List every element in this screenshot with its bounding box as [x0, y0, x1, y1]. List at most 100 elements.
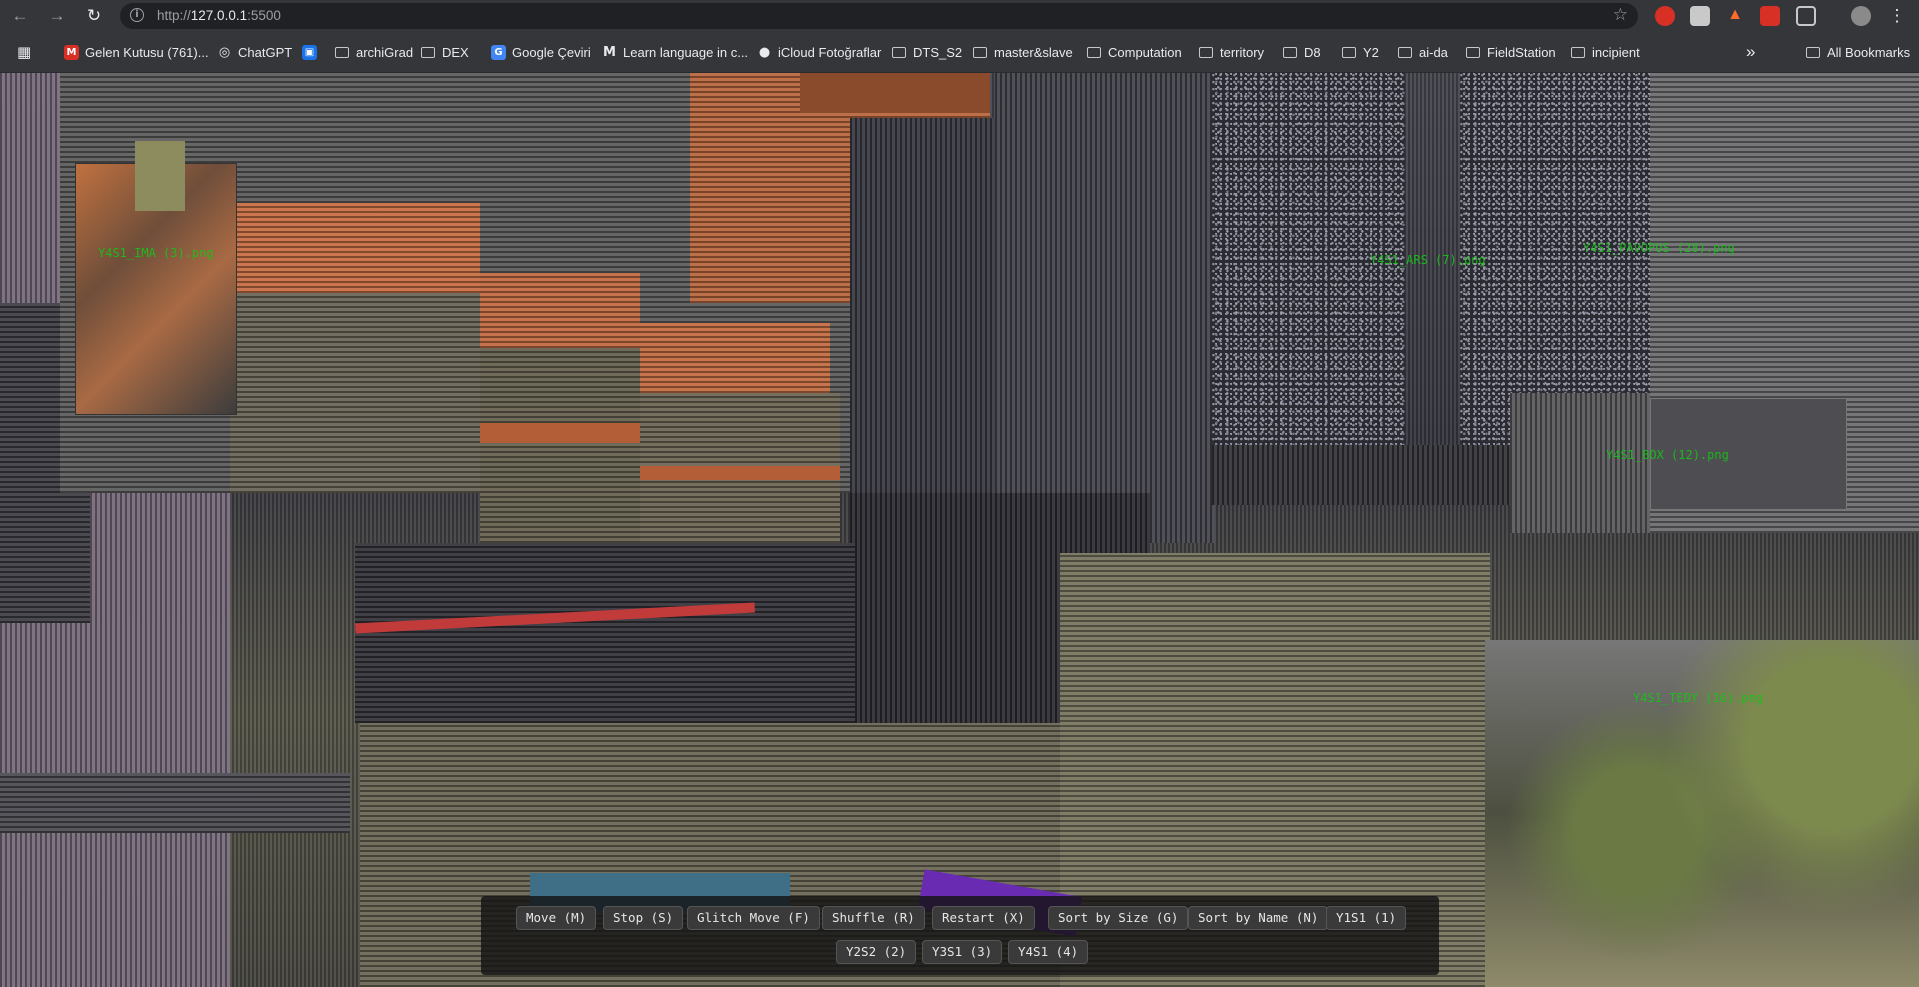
bookmark-label: ChatGPT	[238, 44, 293, 60]
orange-beam	[800, 73, 990, 113]
stop-button[interactable]: Stop (S)	[603, 906, 684, 930]
bookmark-item[interactable]: master&slave	[973, 42, 1073, 62]
google-translate-icon: G	[491, 44, 506, 60]
noise-image-panel[interactable]	[1460, 73, 1650, 445]
url-text[interactable]: http://127.0.0.1:5500	[157, 8, 281, 23]
bookmark-label: Y2	[1363, 44, 1379, 60]
apple-icon: ●	[758, 44, 771, 60]
folder-icon	[1199, 46, 1213, 58]
extension-video-icon[interactable]	[1760, 6, 1780, 26]
bookmark-star-icon[interactable]: ☆	[1613, 5, 1628, 25]
orange-band	[480, 423, 640, 443]
image-filename-label: Y4S1_BOX (12).png	[1606, 448, 1729, 462]
bookmark-label: FieldStation	[1487, 44, 1556, 60]
bookmark-item[interactable]: FieldStation	[1466, 42, 1556, 62]
bookmarks-bar: ▦ M Gelen Kutusu (761)... ◎ ChatGPT ▣ archiGr…	[0, 32, 1919, 73]
folder-icon	[1466, 46, 1480, 58]
bookmark-label: ai-da	[1419, 44, 1448, 60]
folder-icon	[973, 46, 987, 58]
bookmark-label: master&slave	[994, 44, 1073, 60]
bookmarks-overflow-icon[interactable]: »	[1746, 42, 1755, 62]
bookmark-label: territory	[1220, 44, 1265, 60]
image-filename-label: Y4S1_TEDY (16).png	[1633, 691, 1764, 705]
olive-stack	[480, 348, 640, 548]
bookmark-label: incipient	[1592, 44, 1640, 60]
folder-icon	[1398, 46, 1412, 58]
folder-icon	[1283, 46, 1297, 58]
sort-by-name-button[interactable]: Sort by Name (N)	[1188, 906, 1329, 930]
forward-arrow-icon[interactable]: →	[46, 5, 68, 27]
bookmark-item[interactable]: incipient	[1571, 42, 1640, 62]
bookmark-item[interactable]: Computation	[1087, 42, 1182, 62]
bookmark-item[interactable]: M Gelen Kutusu (761)...	[64, 42, 209, 62]
address-bar[interactable]: i http://127.0.0.1:5500 ☆	[120, 3, 1638, 29]
bookmark-item[interactable]: M Learn language in c...	[602, 42, 748, 62]
bookmark-item[interactable]: ai-da	[1398, 42, 1448, 62]
bookmark-item[interactable]: archiGrad	[335, 42, 413, 62]
restart-button[interactable]: Restart (X)	[932, 906, 1035, 930]
folder-icon	[1087, 46, 1101, 58]
glitch-canvas[interactable]: Y4S1_IMA (3).png Y4S1_ARS (7).png Y4S1_P…	[0, 73, 1919, 987]
m-icon: M	[603, 44, 616, 60]
bookmark-item[interactable]: G Google Çeviri	[491, 42, 591, 62]
bookmark-item[interactable]: DTS_S2	[892, 42, 962, 62]
orange-stack	[230, 203, 480, 293]
control-panel: Move (M) Stop (S) Glitch Move (F) Shuffl…	[481, 896, 1439, 975]
reload-icon[interactable]: ↻	[83, 5, 105, 27]
folder-icon	[1342, 46, 1356, 58]
bookmark-item[interactable]: DEX	[421, 42, 469, 62]
bookmark-item[interactable]: ◎ ChatGPT	[217, 42, 292, 62]
image-detail	[135, 141, 185, 211]
image-filename-label: Y4S1_IMA (3).png	[98, 246, 214, 260]
extension-red-icon[interactable]	[1655, 6, 1675, 26]
bookmark-label: DTS_S2	[913, 44, 963, 60]
browser-toolbar: ← → ↻ i http://127.0.0.1:5500 ☆ ▲ ⋮	[0, 0, 1919, 32]
fire-extension-icon[interactable]: ▲	[1725, 6, 1745, 26]
glitch-strip	[0, 773, 350, 833]
all-bookmarks-folder[interactable]: All Bookmarks	[1806, 42, 1910, 62]
bookmark-label: archiGrad	[356, 44, 414, 60]
more-menu-icon[interactable]: ⋮	[1886, 5, 1908, 27]
info-icon[interactable]: i	[130, 8, 144, 22]
sort-by-size-button[interactable]: Sort by Size (G)	[1048, 906, 1189, 930]
folder-icon	[1571, 46, 1585, 58]
bookmark-label: D8	[1304, 44, 1321, 60]
bookmark-label: Learn language in c...	[623, 44, 749, 60]
all-bookmarks-label: All Bookmarks	[1827, 44, 1911, 60]
bookmark-label: iCloud Fotoğraflar	[778, 44, 882, 60]
bookmark-label: Computation	[1108, 44, 1182, 60]
bookmark-item[interactable]: ● iCloud Fotoğraflar	[757, 42, 882, 62]
shuffle-button[interactable]: Shuffle (R)	[822, 906, 925, 930]
dark-tower	[995, 73, 1215, 543]
sketch-image-panel[interactable]	[1510, 393, 1650, 533]
move-button[interactable]: Move (M)	[516, 906, 597, 930]
bookmark-item[interactable]: ▣	[302, 42, 323, 62]
folder-icon	[421, 46, 435, 58]
folder-icon	[892, 46, 906, 58]
bookmark-item[interactable]: territory	[1199, 42, 1264, 62]
orange-stack	[480, 273, 640, 348]
glitch-block	[355, 543, 855, 723]
folder-icon	[335, 46, 349, 58]
bookmark-item[interactable]: Y2	[1342, 42, 1379, 62]
folder-icon	[1806, 46, 1820, 58]
app-icon: ▣	[302, 44, 317, 60]
bookmark-label: DEX	[442, 44, 469, 60]
extensions-puzzle-icon[interactable]	[1796, 6, 1816, 26]
y4s1-button[interactable]: Y4S1 (4)	[1008, 940, 1089, 964]
image-filename-label: Y4S1_ARS (7).png	[1370, 253, 1486, 267]
olive-stack	[230, 293, 480, 493]
image-filename-label: Y4S1_PAVOPUS (28).png	[1583, 241, 1735, 255]
profile-avatar[interactable]	[1851, 6, 1871, 26]
y1s1-button[interactable]: Y1S1 (1)	[1326, 906, 1407, 930]
chatgpt-icon: ◎	[218, 44, 231, 60]
orange-stack	[640, 323, 830, 393]
apps-grid-icon[interactable]: ▦	[17, 42, 31, 62]
orange-band	[640, 466, 840, 480]
bookmark-item[interactable]: D8	[1283, 42, 1321, 62]
back-arrow-icon[interactable]: ←	[9, 5, 31, 27]
extension-gray-icon[interactable]	[1690, 6, 1710, 26]
y2s2-button[interactable]: Y2S2 (2)	[836, 940, 917, 964]
glitch-move-button[interactable]: Glitch Move (F)	[687, 906, 820, 930]
y3s1-button[interactable]: Y3S1 (3)	[922, 940, 1003, 964]
